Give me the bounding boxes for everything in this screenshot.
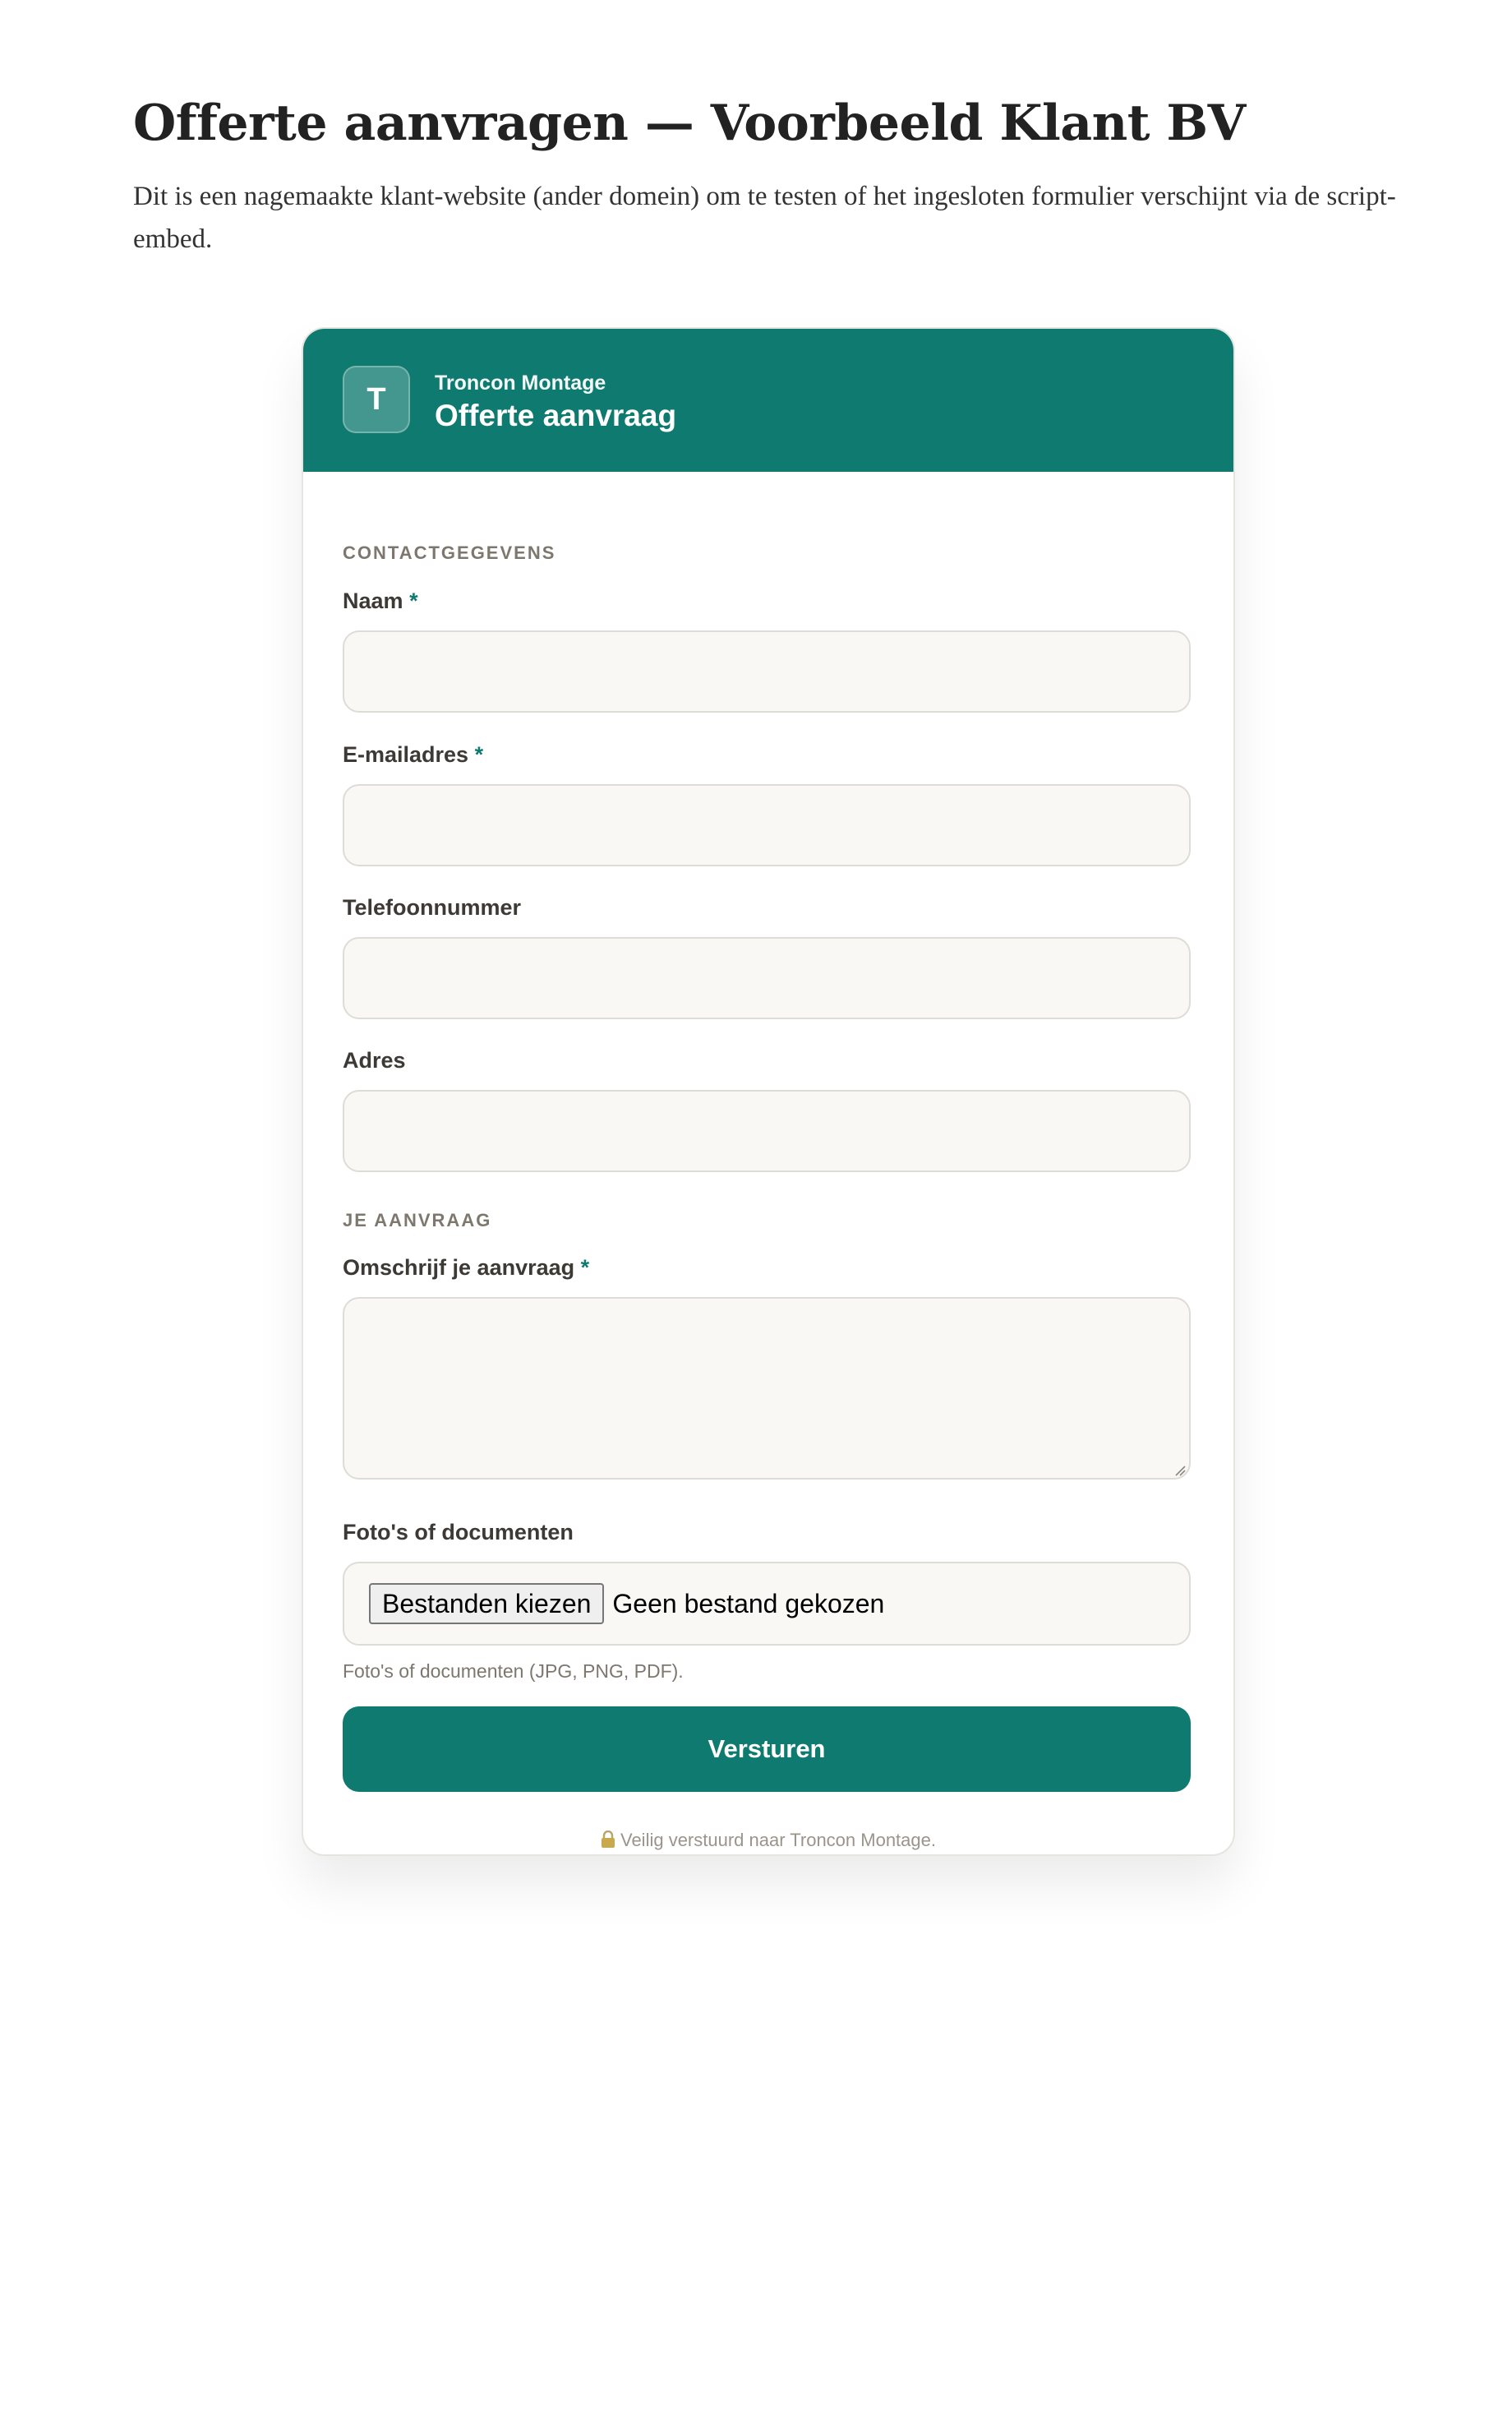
phone-label-text: Telefoonnummer <box>343 895 522 920</box>
address-label-text: Adres <box>343 1048 406 1073</box>
required-mark: * <box>580 1255 590 1280</box>
lock-icon <box>601 1831 615 1848</box>
resize-grip-icon[interactable] <box>1174 1465 1186 1476</box>
address-input[interactable] <box>343 1090 1191 1172</box>
phone-input[interactable] <box>343 937 1191 1019</box>
description-textarea[interactable] <box>343 1297 1191 1480</box>
company-logo: T <box>343 366 410 433</box>
description-label-text: Omschrijf je aanvraag <box>343 1255 575 1280</box>
address-label: Adres <box>343 1048 406 1073</box>
name-input[interactable] <box>343 630 1191 713</box>
secure-note-text: Veilig verstuurd naar Troncon Montage. <box>620 1830 936 1850</box>
section-title-request: JE AANVRAAG <box>343 1210 492 1230</box>
files-label: Foto's of documenten <box>343 1520 574 1545</box>
required-mark: * <box>474 742 484 767</box>
secure-note: Veilig verstuurd naar Troncon Montage. <box>303 1830 1233 1851</box>
page-intro: Dit is een nagemaakte klant-website (and… <box>133 182 1396 254</box>
company-name: Troncon Montage <box>435 372 606 395</box>
choose-files-button[interactable]: Bestanden kiezen <box>369 1582 605 1625</box>
widget-title: Offerte aanvraag <box>435 399 677 432</box>
page-title: Offerte aanvragen — Voorbeeld Klant BV <box>133 95 1246 152</box>
files-label-text: Foto's of documenten <box>343 1520 574 1544</box>
email-label: E-mailadres * <box>343 742 483 768</box>
widget-header: T Troncon Montage Offerte aanvraag <box>303 329 1233 472</box>
email-input[interactable] <box>343 784 1191 866</box>
email-label-text: E-mailadres <box>343 742 469 767</box>
host-page: Offerte aanvragen — Voorbeeld Klant BV D… <box>133 0 1399 261</box>
required-mark: * <box>409 589 418 613</box>
quote-form-widget: T Troncon Montage Offerte aanvraag CONTA… <box>302 327 1235 1856</box>
submit-button[interactable]: Versturen <box>343 1706 1191 1792</box>
files-hint: Foto's of documenten (JPG, PNG, PDF). <box>343 1660 684 1682</box>
widget-brand: Troncon Montage Offerte aanvraag <box>435 372 676 433</box>
file-upload-field[interactable]: Bestanden kiezen Geen bestand gekozen <box>343 1562 1191 1646</box>
section-title-contact: CONTACTGEGEVENS <box>343 542 556 563</box>
file-status-text: Geen bestand gekozen <box>612 1588 885 1618</box>
phone-label: Telefoonnummer <box>343 895 521 921</box>
name-label: Naam * <box>343 589 418 614</box>
name-label-text: Naam <box>343 589 403 613</box>
description-label: Omschrijf je aanvraag * <box>343 1255 589 1281</box>
